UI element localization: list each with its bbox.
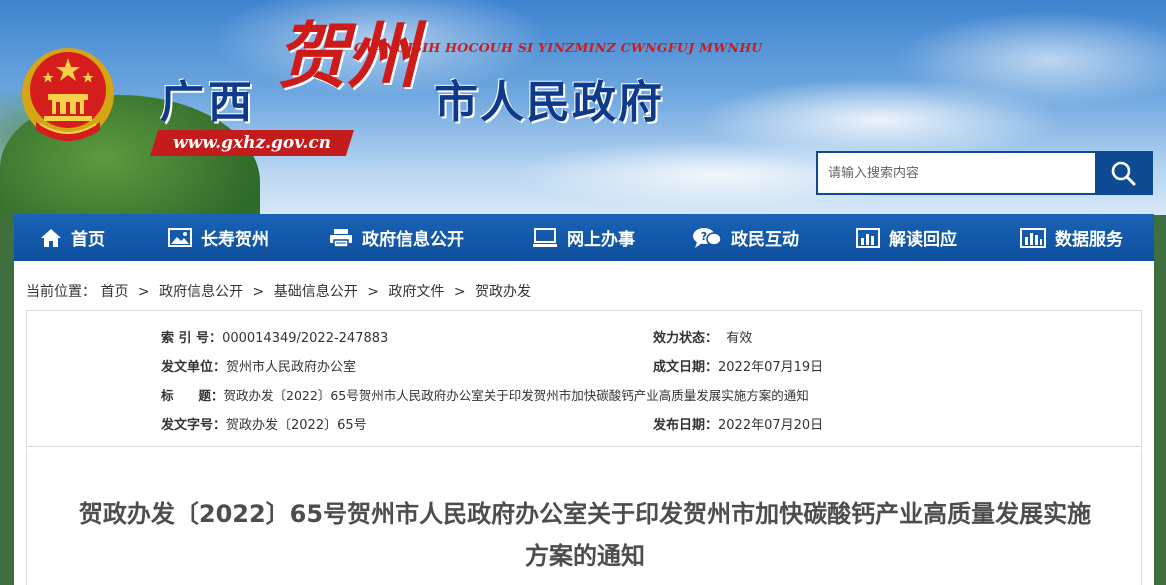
- nav-item-gov-info[interactable]: 政府信息公开: [329, 214, 464, 261]
- nav-item-longevity[interactable]: 长寿贺州: [168, 214, 269, 261]
- breadcrumb-item-gov-info[interactable]: 政府信息公开: [159, 284, 243, 300]
- meta-subject-value: 贺政办发〔2022〕65号贺州市人民政府办公室关于印发贺州市加快碳酸钙产业高质量…: [223, 388, 809, 403]
- main-nav: 首页 长寿贺州 政府信息公开 网上办事 ? 政民互动 解读回应 数据服务: [14, 214, 1154, 261]
- meta-docno-label: 发文字号：: [161, 418, 227, 433]
- image-icon: [168, 228, 192, 247]
- meta-published-value: 2022年07月20日: [718, 418, 824, 433]
- breadcrumb: 当前位置： 首页 > 政府信息公开 > 基础信息公开 > 政府文件 > 贺政办发: [26, 281, 531, 301]
- search-box: [816, 151, 1153, 195]
- nav-item-home[interactable]: 首页: [40, 214, 105, 261]
- meta-issuer-row: 发文单位：贺州市人民政府办公室: [161, 356, 356, 375]
- search-input[interactable]: [818, 153, 1095, 193]
- breadcrumb-item-gov-docs[interactable]: 政府文件: [388, 284, 444, 300]
- meta-published-label: 发布日期：: [653, 418, 719, 433]
- home-icon: [41, 228, 61, 247]
- meta-created-row: 成文日期：2022年07月19日: [653, 356, 823, 375]
- breadcrumb-prefix: 当前位置：: [26, 284, 96, 300]
- breadcrumb-item-current[interactable]: 贺政办发: [475, 284, 531, 300]
- search-icon: [1111, 161, 1136, 186]
- printer-icon: [330, 228, 352, 248]
- nav-item-interaction[interactable]: ? 政民互动: [692, 214, 799, 261]
- national-emblem-icon: [22, 48, 114, 141]
- title-guangxi: 广西: [160, 77, 256, 128]
- nav-item-interpretation[interactable]: 解读回应: [856, 214, 957, 261]
- site-banner: 广西 贺州 GVANGJSIH HOCOUH SI YINZMINZ CWNGF…: [0, 0, 1166, 215]
- document-body: 贺政办发〔2022〕65号贺州市人民政府办公室关于印发贺州市加快碳酸钙产业高质量…: [26, 449, 1142, 585]
- nav-item-label: 政府信息公开: [362, 230, 464, 250]
- chat-icon: ?: [693, 227, 722, 248]
- nav-item-label: 长寿贺州: [201, 230, 269, 250]
- title-hezhou: 贺州: [276, 13, 418, 98]
- meta-index-value: 000014349/2022-247883: [222, 331, 389, 346]
- document-metadata: 索 引 号：000014349/2022-247883 效力状态： 有效 发文单…: [26, 310, 1142, 447]
- breadcrumb-item-basic-info[interactable]: 基础信息公开: [274, 284, 358, 300]
- nav-item-label: 解读回应: [889, 230, 957, 250]
- nav-item-label: 政民互动: [731, 230, 799, 250]
- breadcrumb-item-home[interactable]: 首页: [100, 284, 128, 300]
- breadcrumb-separator: >: [367, 284, 379, 300]
- meta-status-label: 效力状态：: [653, 331, 719, 346]
- meta-status-value: 有效: [726, 331, 753, 346]
- nav-item-label: 网上办事: [567, 230, 635, 250]
- nav-item-online-service[interactable]: 网上办事: [532, 214, 635, 261]
- content-area: 当前位置： 首页 > 政府信息公开 > 基础信息公开 > 政府文件 > 贺政办发…: [14, 261, 1154, 585]
- meta-index-row: 索 引 号：000014349/2022-247883: [161, 327, 388, 346]
- meta-created-label: 成文日期：: [653, 360, 719, 375]
- meta-subject-label: 标 题：: [161, 388, 224, 403]
- monitor-icon: [533, 227, 557, 247]
- title-government: 市人民政府: [434, 77, 664, 128]
- meta-created-value: 2022年07月19日: [718, 360, 824, 375]
- nav-item-data-service[interactable]: 数据服务: [1020, 214, 1123, 261]
- breadcrumb-separator: >: [137, 284, 150, 300]
- svg-text:?: ?: [701, 230, 707, 243]
- meta-issuer-value: 贺州市人民政府办公室: [226, 360, 357, 375]
- nav-item-label: 数据服务: [1055, 230, 1123, 250]
- meta-issuer-label: 发文单位：: [161, 360, 227, 375]
- nav-item-label: 首页: [71, 230, 105, 250]
- meta-index-label: 索 引 号：: [161, 331, 223, 346]
- document-title: 贺政办发〔2022〕65号贺州市人民政府办公室关于印发贺州市加快碳酸钙产业高质量…: [78, 500, 1092, 570]
- search-button[interactable]: [1095, 153, 1151, 193]
- meta-subject-row: 标 题：贺政办发〔2022〕65号贺州市人民政府办公室关于印发贺州市加快碳酸钙产…: [161, 385, 809, 404]
- meta-docno-value: 贺政办发〔2022〕65号: [226, 418, 367, 433]
- breadcrumb-separator: >: [453, 284, 466, 300]
- site-url-badge: www.gxhz.gov.cn: [150, 130, 354, 156]
- meta-status-row: 效力状态： 有效: [653, 327, 752, 346]
- meta-published-row: 发布日期：2022年07月20日: [653, 414, 823, 433]
- title-pinyin: GVANGJSIH HOCOUH SI YINZMINZ CWNGFUJ MWN…: [354, 40, 763, 55]
- meta-docno-row: 发文字号：贺政办发〔2022〕65号: [161, 414, 367, 433]
- bar-chart-icon: [856, 227, 880, 248]
- data-chart-icon: [1020, 227, 1046, 248]
- breadcrumb-separator: >: [252, 284, 265, 300]
